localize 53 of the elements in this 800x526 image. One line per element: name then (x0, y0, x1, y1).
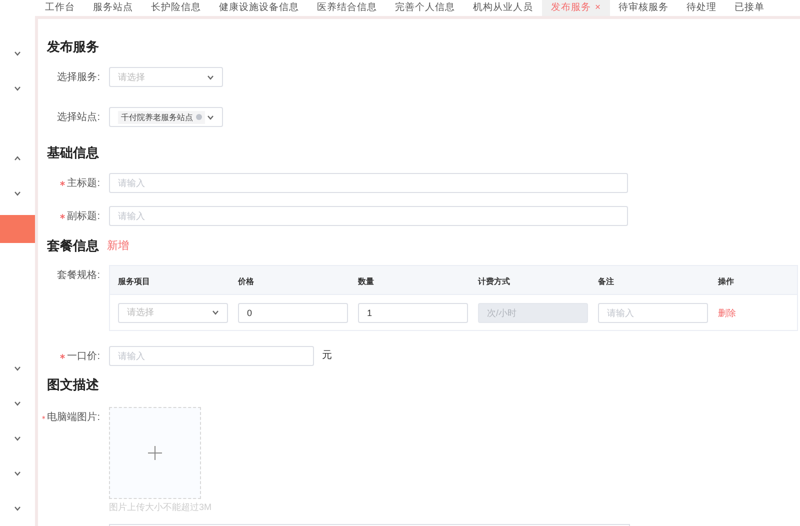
text-field[interactable]: 0 (238, 302, 348, 322)
column-header: 备注 (598, 277, 614, 286)
chevron-down-icon[interactable] (14, 51, 21, 56)
nav-tab[interactable]: 工作台 (36, 0, 84, 16)
chevron-down-icon[interactable] (14, 191, 21, 196)
text-field[interactable]: 请输入 (109, 206, 628, 226)
text-field[interactable]: 1 (358, 302, 468, 322)
chevron-down-icon[interactable] (14, 366, 21, 371)
nav-tab[interactable]: 机构从业人员 (464, 0, 542, 16)
chevron-down-icon[interactable] (14, 401, 21, 406)
nav-tab[interactable]: 医养结合信息 (308, 0, 386, 16)
column-header: 计费方式 (478, 277, 510, 286)
text-field[interactable]: 请输入 (109, 173, 628, 193)
plus-icon (148, 446, 162, 460)
nav-tab[interactable]: 已接单 (726, 0, 774, 16)
required-icon (42, 414, 46, 420)
section-heading: 套餐信息 (47, 237, 99, 255)
text-field[interactable]: 请输入 (598, 302, 708, 322)
select-field[interactable]: 千付院养老服务站点 (109, 107, 223, 127)
nav-tab[interactable]: 服务站点 (84, 0, 142, 16)
column-header: 数量 (358, 277, 374, 286)
nav-tab[interactable]: 长护险信息 (142, 0, 210, 16)
chevron-down-icon[interactable] (207, 114, 214, 120)
column-header: 价格 (238, 277, 254, 286)
column-header: 操作 (718, 277, 734, 286)
field-label: 套餐规格: (57, 268, 100, 282)
field-label: 选择站点: (57, 110, 100, 124)
required-icon (60, 180, 66, 186)
column-header: 服务项目 (118, 277, 150, 286)
field-label: 电脑端图片: (47, 410, 100, 424)
field-label: 一口价: (67, 350, 100, 363)
station-tag: 千付院养老服务站点 (118, 110, 205, 124)
chevron-down-icon[interactable] (14, 506, 21, 511)
chevron-down-icon[interactable] (14, 436, 21, 441)
required-icon (60, 214, 66, 218)
field-label: 选择服务: (57, 70, 100, 84)
chevron-down-icon[interactable] (212, 310, 219, 315)
chevron-down-icon[interactable] (14, 471, 21, 476)
nav-tab[interactable]: 健康设施设备信息 (210, 0, 308, 16)
section-heading: 发布服务 (47, 38, 100, 56)
nav-tab[interactable]: 待审核服务 (610, 0, 678, 16)
chevron-down-icon[interactable] (207, 74, 214, 80)
chevron-up-icon[interactable] (14, 156, 21, 161)
nav-tab[interactable]: 待处理 (678, 0, 726, 16)
price-field[interactable]: 请输入 (109, 346, 314, 366)
field-label: 主标题: (67, 176, 100, 190)
required-icon (60, 354, 66, 358)
section-heading: 图文描述 (47, 376, 100, 394)
nav-tab[interactable]: 完善个人信息 (386, 0, 464, 16)
section-heading: 基础信息 (47, 144, 100, 162)
field-label: 副标题: (67, 210, 100, 223)
unit-label: 元 (322, 349, 332, 363)
chevron-down-icon[interactable] (14, 86, 21, 91)
